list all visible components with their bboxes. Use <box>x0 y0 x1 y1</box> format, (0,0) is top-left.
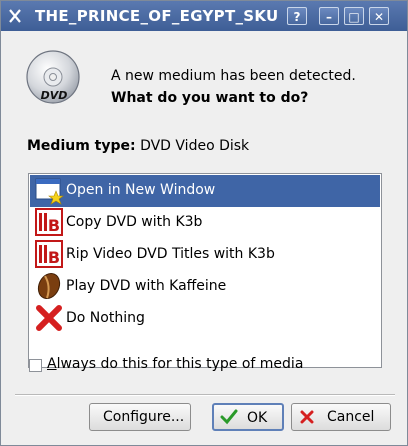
cancel-button-label: Cancel <box>327 409 375 425</box>
cancel-button[interactable]: Cancel <box>291 403 391 431</box>
list-item-play-kaffeine[interactable]: Play DVD with Kaffeine <box>30 271 380 303</box>
list-item-label: Rip Video DVD Titles with K3b <box>66 246 275 262</box>
list-item-open-window[interactable]: Open in New Window <box>30 175 380 207</box>
always-do-text: lways do this for this type of media <box>56 356 304 372</box>
svg-text:B: B <box>48 248 60 267</box>
list-item-do-nothing[interactable]: Do Nothing <box>30 303 380 335</box>
list-item-label: Play DVD with Kaffeine <box>66 278 227 294</box>
question-message: What do you want to do? <box>111 90 309 106</box>
kaffeine-icon <box>37 272 61 300</box>
help-button[interactable]: ? <box>287 7 307 25</box>
configure-button-label: Configure... <box>103 409 185 425</box>
list-item-copy-k3b[interactable]: B Copy DVD with K3b <box>30 207 380 239</box>
open-window-icon <box>35 178 64 205</box>
titlebar[interactable]: THE_PRINCE_OF_EGYPT_SKU ? – □ ✕ <box>1 1 407 31</box>
check-icon <box>220 409 238 425</box>
divider <box>15 394 395 396</box>
dialog-window: THE_PRINCE_OF_EGYPT_SKU ? – □ ✕ DVD A ne… <box>0 0 408 446</box>
list-item-label: Copy DVD with K3b <box>66 214 203 230</box>
cancel-x-icon <box>300 410 314 424</box>
always-do-label[interactable]: Always do this for this type of media <box>47 356 303 372</box>
dialog-content: DVD A new medium has been detected. What… <box>1 32 407 445</box>
ok-button-label: OK <box>247 410 268 426</box>
action-list[interactable]: Open in New Window B Copy DVD with K3b B <box>28 173 382 368</box>
always-do-checkbox[interactable] <box>29 359 42 372</box>
ok-button[interactable]: OK <box>212 403 284 431</box>
detected-message: A new medium has been detected. <box>111 68 356 84</box>
list-item-label: Do Nothing <box>66 310 145 326</box>
list-item-label: Open in New Window <box>66 182 216 198</box>
maximize-button[interactable]: □ <box>344 7 364 25</box>
svg-text:B: B <box>48 216 60 235</box>
medium-type-label: Medium type: <box>27 138 136 154</box>
medium-type-value: DVD Video Disk <box>140 138 250 154</box>
k3b-icon: B <box>35 240 63 268</box>
always-do-mnemonic: A <box>47 356 57 372</box>
list-item-rip-k3b[interactable]: B Rip Video DVD Titles with K3b <box>30 239 380 271</box>
dvd-disc-icon: DVD <box>26 50 80 104</box>
close-button[interactable]: ✕ <box>369 7 389 25</box>
k3b-icon: B <box>35 208 63 236</box>
window-menu-icon[interactable] <box>7 8 23 24</box>
disc-label: DVD <box>41 89 68 102</box>
red-x-icon <box>36 305 62 331</box>
window-title: THE_PRINCE_OF_EGYPT_SKU <box>35 7 279 25</box>
medium-type: Medium type: DVD Video Disk <box>27 138 249 154</box>
minimize-button[interactable]: – <box>319 7 339 25</box>
configure-button[interactable]: Configure... <box>89 403 191 431</box>
